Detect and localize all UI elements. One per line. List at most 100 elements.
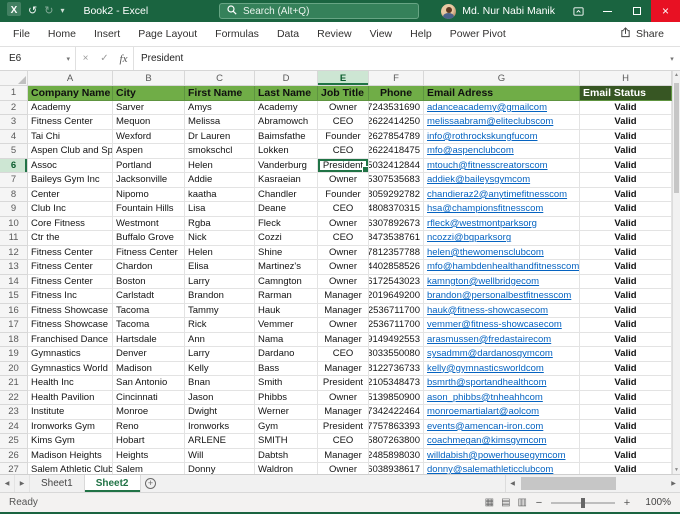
- cell-e19[interactable]: CEO: [318, 347, 369, 362]
- cell-e5[interactable]: CEO: [318, 144, 369, 159]
- header-cell-c1[interactable]: First Name: [185, 86, 255, 101]
- horizontal-scrollbar[interactable]: ◀ ▶: [505, 475, 680, 492]
- cell-f12[interactable]: 7812357788: [369, 245, 424, 260]
- cell-f11[interactable]: 8473538761: [369, 231, 424, 246]
- cell-g17[interactable]: vemmer@fitness-showcasecom: [424, 318, 580, 333]
- cell-e4[interactable]: Founder: [318, 129, 369, 144]
- cell-g23[interactable]: monroemartialart@aolcom: [424, 405, 580, 420]
- cell-e23[interactable]: Manager: [318, 405, 369, 420]
- cell-e3[interactable]: CEO: [318, 115, 369, 130]
- row-header-7[interactable]: 7: [0, 173, 28, 188]
- cell-b27[interactable]: Salem: [113, 463, 185, 474]
- cell-e17[interactable]: Owner: [318, 318, 369, 333]
- sheet-nav-right-icon[interactable]: ▶: [15, 475, 30, 492]
- cell-b16[interactable]: Tacoma: [113, 303, 185, 318]
- cell-g26[interactable]: willdabish@powerhousegymcom: [424, 448, 580, 463]
- cell-f27[interactable]: 6038938617: [369, 463, 424, 474]
- ribbon-tab-power-pivot[interactable]: Power Pivot: [441, 22, 515, 46]
- cell-h4[interactable]: Valid: [580, 129, 672, 144]
- share-button[interactable]: Share: [620, 27, 676, 41]
- cell-b7[interactable]: Jacksonville: [113, 173, 185, 188]
- row-header-13[interactable]: 13: [0, 260, 28, 275]
- cell-a13[interactable]: Fitness Center: [28, 260, 113, 275]
- row-header-25[interactable]: 25: [0, 434, 28, 449]
- cell-h11[interactable]: Valid: [580, 231, 672, 246]
- sheet-nav-left-icon[interactable]: ◀: [0, 475, 15, 492]
- row-header-22[interactable]: 22: [0, 390, 28, 405]
- cell-f22[interactable]: 5139850900: [369, 390, 424, 405]
- cell-d22[interactable]: Phibbs: [255, 390, 318, 405]
- cell-a9[interactable]: Club Inc: [28, 202, 113, 217]
- cell-b24[interactable]: Reno: [113, 419, 185, 434]
- cell-f3[interactable]: 2622414250: [369, 115, 424, 130]
- cell-e24[interactable]: President: [318, 419, 369, 434]
- cell-c8[interactable]: kaatha: [185, 187, 255, 202]
- cell-d11[interactable]: Cozzi: [255, 231, 318, 246]
- zoom-level[interactable]: 100%: [639, 497, 671, 508]
- header-cell-b1[interactable]: City: [113, 86, 185, 101]
- cell-c25[interactable]: ARLENE: [185, 434, 255, 449]
- cell-d21[interactable]: Smith: [255, 376, 318, 391]
- cell-a21[interactable]: Health Inc: [28, 376, 113, 391]
- insert-function-icon[interactable]: fx: [114, 47, 133, 70]
- cell-f18[interactable]: 9149492553: [369, 332, 424, 347]
- vertical-scrollbar[interactable]: [672, 71, 680, 474]
- cell-e12[interactable]: Owner: [318, 245, 369, 260]
- cell-h27[interactable]: Valid: [580, 463, 672, 474]
- cell-b19[interactable]: Denver: [113, 347, 185, 362]
- cell-a14[interactable]: Fitness Center: [28, 274, 113, 289]
- hscroll-left-icon[interactable]: ◀: [506, 480, 519, 487]
- cell-e26[interactable]: Manager: [318, 448, 369, 463]
- page-layout-view-icon[interactable]: ▤: [501, 497, 510, 508]
- cell-e15[interactable]: Manager: [318, 289, 369, 304]
- column-header-d[interactable]: D: [255, 71, 318, 86]
- cell-e11[interactable]: CEO: [318, 231, 369, 246]
- cell-e8[interactable]: Founder: [318, 187, 369, 202]
- header-cell-g1[interactable]: Email Adress: [424, 86, 580, 101]
- cell-f13[interactable]: 4402858526: [369, 260, 424, 275]
- row-header-10[interactable]: 10: [0, 216, 28, 231]
- ribbon-display-options-icon[interactable]: [564, 0, 593, 22]
- cell-g21[interactable]: bsmrth@sportandhealthcom: [424, 376, 580, 391]
- cell-h13[interactable]: Valid: [580, 260, 672, 275]
- cell-h16[interactable]: Valid: [580, 303, 672, 318]
- column-header-b[interactable]: B: [113, 71, 185, 86]
- cell-g3[interactable]: melissaabram@eliteclubscom: [424, 115, 580, 130]
- cell-a4[interactable]: Tai Chi: [28, 129, 113, 144]
- close-button[interactable]: ×: [651, 0, 680, 22]
- cell-b10[interactable]: Westmont: [113, 216, 185, 231]
- cell-h14[interactable]: Valid: [580, 274, 672, 289]
- cell-d8[interactable]: Chandler: [255, 187, 318, 202]
- cell-h22[interactable]: Valid: [580, 390, 672, 405]
- cell-a19[interactable]: Gymnastics: [28, 347, 113, 362]
- cell-c22[interactable]: Jason: [185, 390, 255, 405]
- cell-a7[interactable]: Baileys Gym Inc: [28, 173, 113, 188]
- cell-h6[interactable]: Valid: [580, 158, 672, 173]
- cell-c10[interactable]: Rgba: [185, 216, 255, 231]
- row-header-27[interactable]: 27: [0, 463, 28, 474]
- cell-h18[interactable]: Valid: [580, 332, 672, 347]
- cell-g13[interactable]: mfo@hambdenhealthandfitnesscom: [424, 260, 580, 275]
- cell-g11[interactable]: ncozzi@bgparksorg: [424, 231, 580, 246]
- cell-a2[interactable]: Academy: [28, 100, 113, 115]
- cell-b21[interactable]: San Antonio: [113, 376, 185, 391]
- cell-h24[interactable]: Valid: [580, 419, 672, 434]
- column-header-f[interactable]: F: [369, 71, 424, 86]
- cell-g8[interactable]: chandieraz2@anytimefitnesscom: [424, 187, 580, 202]
- cell-a12[interactable]: Fitness Center: [28, 245, 113, 260]
- row-header-20[interactable]: 20: [0, 361, 28, 376]
- cell-d26[interactable]: Dabtsh: [255, 448, 318, 463]
- cell-f24[interactable]: 7757863393: [369, 419, 424, 434]
- cell-d25[interactable]: SMITH: [255, 434, 318, 449]
- cell-e2[interactable]: Owner: [318, 100, 369, 115]
- cell-d12[interactable]: Shine: [255, 245, 318, 260]
- cell-g18[interactable]: arasmussen@fredastairecom: [424, 332, 580, 347]
- cell-f6[interactable]: 5032412844: [369, 158, 424, 173]
- cell-b8[interactable]: Nipomo: [113, 187, 185, 202]
- cell-f25[interactable]: 5807263800: [369, 434, 424, 449]
- cell-h23[interactable]: Valid: [580, 405, 672, 420]
- maximize-button[interactable]: [622, 0, 651, 22]
- cell-g25[interactable]: coachmegan@kimsgymcom: [424, 434, 580, 449]
- row-header-11[interactable]: 11: [0, 231, 28, 246]
- cell-g16[interactable]: hauk@fitness-showcasecom: [424, 303, 580, 318]
